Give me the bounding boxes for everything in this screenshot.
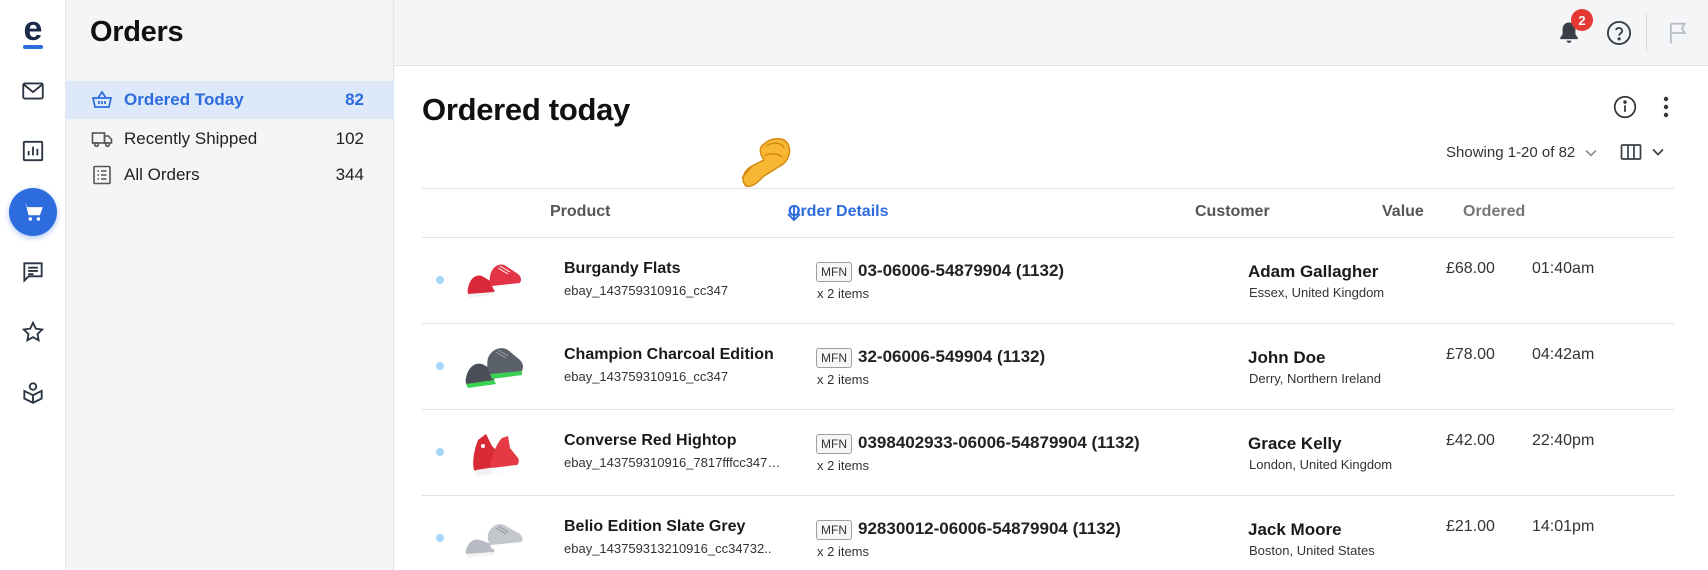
top-bar: 2 [394, 0, 1708, 66]
star-icon[interactable] [9, 308, 57, 356]
order-number[interactable]: 03-06006-54879904 (1132) [858, 261, 1064, 281]
notifications-button[interactable]: 2 [1554, 9, 1593, 48]
item-count: x 2 items [817, 286, 870, 301]
truck-icon [90, 127, 114, 151]
sidebar-item-ordered-today[interactable]: Ordered Today 82 [66, 81, 394, 119]
order-number[interactable]: 92830012-06006-54879904 (1132) [858, 519, 1121, 539]
table-header: Product Order Details Customer Value Ord… [422, 188, 1674, 238]
sidebar-item-all-orders[interactable]: All Orders 344 [66, 156, 394, 194]
main-panel: Ordered today Showing 1-20 of 82 Product [394, 66, 1708, 570]
unread-dot [436, 448, 444, 456]
list-icon [90, 163, 114, 187]
flag-icon [1665, 19, 1693, 47]
customer-name[interactable]: Grace Kelly [1248, 434, 1342, 454]
mail-icon[interactable] [9, 67, 57, 115]
chevron-down-icon [1652, 148, 1664, 156]
column-header-product[interactable]: Product [550, 203, 610, 221]
order-time: 01:40am [1532, 260, 1595, 277]
box-user-icon[interactable] [9, 368, 57, 416]
product-sku: ebay_143759310916_cc347 [564, 283, 729, 298]
sidebar-item-recently-shipped[interactable]: Recently Shipped 102 [66, 120, 394, 158]
sidebar-title: Orders [90, 16, 184, 48]
customer-name[interactable]: Adam Gallagher [1248, 262, 1378, 282]
notification-badge: 2 [1571, 9, 1593, 31]
sidebar-item-count: 102 [335, 129, 364, 148]
channel-badge: MFN [816, 520, 852, 540]
orders-sidebar: Orders Ordered Today 82 Recently Shipped… [66, 0, 394, 570]
column-header-value[interactable]: Value [1382, 203, 1424, 221]
unread-dot [436, 362, 444, 370]
chart-icon[interactable] [9, 127, 57, 175]
product-name[interactable]: Burgandy Flats [564, 260, 680, 278]
item-count: x 2 items [817, 458, 870, 473]
product-name[interactable]: Champion Charcoal Edition [564, 346, 774, 364]
sidebar-item-label: Ordered Today [124, 90, 244, 109]
help-icon [1605, 19, 1633, 47]
sidebar-item-label: Recently Shipped [124, 129, 258, 148]
more-options-icon[interactable] [1656, 92, 1676, 122]
customer-name[interactable]: Jack Moore [1248, 520, 1342, 540]
flag-button[interactable] [1664, 18, 1694, 48]
customer-location: Boston, United States [1249, 543, 1375, 558]
channel-badge: MFN [816, 434, 852, 454]
sidebar-item-label: All Orders [124, 165, 200, 184]
product-thumbnail [462, 340, 528, 392]
app-logo[interactable]: e [20, 10, 46, 50]
product-sku: ebay_143759310916_7817fffcc34731.. [564, 455, 784, 470]
order-number[interactable]: 32-06006-549904 (1132) [858, 347, 1045, 367]
product-name[interactable]: Belio Edition Slate Grey [564, 518, 745, 536]
orders-table: Product Order Details Customer Value Ord… [422, 188, 1674, 570]
column-header-customer[interactable]: Customer [1195, 203, 1270, 221]
logo-letter: e [23, 10, 43, 48]
order-number[interactable]: 0398402933-06006-54879904 (1132) [858, 433, 1140, 453]
customer-name[interactable]: John Doe [1248, 348, 1325, 368]
product-sku: ebay_143759310916_cc347 [564, 369, 729, 384]
chevron-down-icon [1585, 144, 1597, 161]
table-row[interactable]: Converse Red Hightop ebay_143759310916_7… [422, 410, 1674, 496]
pointing-hand-icon [734, 126, 794, 192]
order-value: £68.00 [1446, 260, 1495, 277]
info-icon[interactable] [1610, 92, 1640, 122]
pager-text: Showing 1-20 of 82 [1446, 144, 1576, 161]
item-count: x 2 items [817, 372, 870, 387]
topbar-divider [1646, 14, 1647, 52]
sidebar-item-count: 82 [345, 90, 364, 109]
customer-location: London, United Kingdom [1249, 457, 1393, 472]
unread-dot [436, 276, 444, 284]
cart-icon[interactable] [9, 188, 57, 236]
basket-icon [90, 88, 114, 112]
product-thumbnail [462, 254, 528, 306]
table-row[interactable]: Burgandy Flats ebay_143759310916_cc347 M… [422, 238, 1674, 324]
customer-location: Essex, United Kingdom [1249, 285, 1385, 300]
product-thumbnail [462, 426, 528, 478]
order-time: 04:42am [1532, 346, 1595, 363]
product-name[interactable]: Converse Red Hightop [564, 432, 736, 450]
table-row[interactable]: Champion Charcoal Edition ebay_143759310… [422, 324, 1674, 410]
order-value: £42.00 [1446, 432, 1495, 449]
product-sku: ebay_143759313210916_cc34732.. [564, 541, 772, 556]
channel-badge: MFN [816, 262, 852, 282]
columns-toggle-button[interactable] [1620, 138, 1672, 166]
order-value: £78.00 [1446, 346, 1495, 363]
customer-location: Derry, Northern Ireland [1249, 371, 1381, 386]
column-header-ordered[interactable]: Ordered [1463, 203, 1525, 221]
order-time: 22:40pm [1532, 432, 1595, 449]
icon-rail: e [0, 0, 66, 570]
columns-icon [1620, 143, 1642, 161]
page-title: Ordered today [422, 92, 630, 127]
unread-dot [436, 534, 444, 542]
table-row[interactable]: Belio Edition Slate Grey ebay_1437593132… [422, 496, 1674, 570]
sidebar-item-count: 344 [335, 165, 364, 184]
channel-badge: MFN [816, 348, 852, 368]
product-thumbnail [462, 512, 528, 564]
order-time: 14:01pm [1532, 518, 1595, 535]
help-button[interactable] [1604, 18, 1634, 48]
order-value: £21.00 [1446, 518, 1495, 535]
item-count: x 2 items [817, 544, 870, 559]
pager-dropdown[interactable]: Showing 1-20 of 82 [1446, 144, 1597, 161]
message-icon[interactable] [9, 248, 57, 296]
column-header-order-details[interactable]: Order Details [788, 203, 888, 221]
